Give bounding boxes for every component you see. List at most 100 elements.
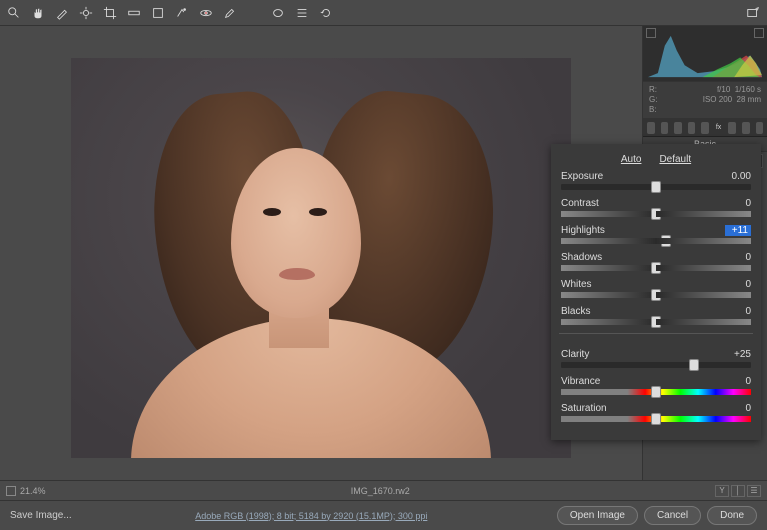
slider-clarity: Clarity +25 xyxy=(561,349,751,368)
straighten-tool-icon[interactable] xyxy=(126,5,142,21)
slider-track[interactable] xyxy=(561,319,751,325)
slider-value[interactable]: +25 xyxy=(725,349,751,360)
slider-value[interactable]: 0 xyxy=(725,279,751,290)
g-channel: G: xyxy=(649,95,657,105)
slider-thumb[interactable] xyxy=(651,316,661,328)
aperture: f/10 xyxy=(717,85,730,94)
shadow-clip-icon[interactable] xyxy=(646,28,656,38)
highlight-clip-icon[interactable] xyxy=(754,28,764,38)
view-split-icon[interactable]: │ xyxy=(731,485,745,497)
iso: ISO 200 xyxy=(703,95,732,104)
default-link[interactable]: Default xyxy=(659,154,691,165)
graduated-filter-icon[interactable] xyxy=(246,5,262,21)
histogram[interactable] xyxy=(643,26,767,82)
b-channel: B: xyxy=(649,105,657,115)
tab-split-icon[interactable] xyxy=(701,122,709,134)
slider-track[interactable] xyxy=(561,184,751,190)
slider-thumb[interactable] xyxy=(651,386,661,398)
slider-track[interactable] xyxy=(561,389,751,395)
slider-value[interactable]: 0 xyxy=(725,376,751,387)
main-area: R: G: B: f/10 1/160 s ISO 200 28 mm fx B… xyxy=(0,26,767,480)
zoom-level[interactable]: 21.4% xyxy=(20,486,46,496)
presets-icon[interactable] xyxy=(294,5,310,21)
tab-fx-icon[interactable]: fx xyxy=(715,122,723,134)
slider-thumb[interactable] xyxy=(651,208,661,220)
file-info[interactable]: Adobe RGB (1998); 8 bit; 5184 by 2920 (1… xyxy=(72,511,551,521)
tab-curve-icon[interactable] xyxy=(661,122,669,134)
view-y-icon[interactable]: Y xyxy=(715,485,729,497)
slider-thumb[interactable] xyxy=(689,359,699,371)
save-image-link[interactable]: Save Image... xyxy=(10,510,72,521)
slider-value[interactable]: 0 xyxy=(725,198,751,209)
slider-track[interactable] xyxy=(561,416,751,422)
slider-value[interactable]: 0.00 xyxy=(725,171,751,182)
adjustment-brush-icon[interactable] xyxy=(222,5,238,21)
divider xyxy=(559,333,753,341)
top-toolbar xyxy=(0,0,767,26)
slider-label: Saturation xyxy=(561,403,607,414)
crop-tool-icon[interactable] xyxy=(102,5,118,21)
redeye-tool-icon[interactable] xyxy=(198,5,214,21)
fullscreen-icon[interactable] xyxy=(745,5,761,21)
white-balance-tool-icon[interactable] xyxy=(54,5,70,21)
slider-thumb[interactable] xyxy=(651,262,661,274)
slider-track[interactable] xyxy=(561,238,751,244)
status-bar: 21.4% IMG_1670.rw2 Y │ ☰ xyxy=(0,480,767,500)
radial-filter-icon[interactable] xyxy=(270,5,286,21)
shutter: 1/160 s xyxy=(735,85,761,94)
auto-link[interactable]: Auto xyxy=(621,154,642,165)
zoom-tool-icon[interactable] xyxy=(6,5,22,21)
view-strip-icon[interactable]: ☰ xyxy=(747,485,761,497)
done-button[interactable]: Done xyxy=(707,506,757,525)
focal: 28 mm xyxy=(737,95,761,104)
slider-track[interactable] xyxy=(561,265,751,271)
slider-thumb[interactable] xyxy=(651,289,661,301)
slider-saturation: Saturation 0 xyxy=(561,403,751,422)
slider-track[interactable] xyxy=(561,362,751,368)
slider-track[interactable] xyxy=(561,292,751,298)
slider-label: Vibrance xyxy=(561,376,600,387)
slider-label: Blacks xyxy=(561,306,590,317)
slider-exposure: Exposure 0.00 xyxy=(561,171,751,190)
color-sampler-icon[interactable] xyxy=(78,5,94,21)
filename: IMG_1670.rw2 xyxy=(54,486,707,496)
slider-label: Highlights xyxy=(561,225,605,236)
r-channel: R: xyxy=(649,85,657,95)
tab-lens-icon[interactable] xyxy=(728,122,736,134)
spot-removal-icon[interactable] xyxy=(174,5,190,21)
slider-thumb[interactable] xyxy=(661,235,671,247)
slider-label: Whites xyxy=(561,279,592,290)
slider-contrast: Contrast 0 xyxy=(561,198,751,217)
slider-blacks: Blacks 0 xyxy=(561,306,751,325)
slider-label: Contrast xyxy=(561,198,599,209)
slider-label: Exposure xyxy=(561,171,603,182)
slider-highlights: Highlights +11 xyxy=(561,225,751,244)
tab-detail-icon[interactable] xyxy=(674,122,682,134)
rotate-icon[interactable] xyxy=(318,5,334,21)
slider-vibrance: Vibrance 0 xyxy=(561,376,751,395)
slider-thumb[interactable] xyxy=(651,181,661,193)
cancel-button[interactable]: Cancel xyxy=(644,506,701,525)
slider-thumb[interactable] xyxy=(651,413,661,425)
panel-tabs: fx xyxy=(643,119,767,137)
tab-cal-icon[interactable] xyxy=(742,122,750,134)
slider-value[interactable]: 0 xyxy=(725,403,751,414)
tab-hsl-icon[interactable] xyxy=(688,122,696,134)
slider-track[interactable] xyxy=(561,211,751,217)
tab-presets-icon[interactable] xyxy=(756,122,764,134)
hand-tool-icon[interactable] xyxy=(30,5,46,21)
footer-bar: Save Image... Adobe RGB (1998); 8 bit; 5… xyxy=(0,500,767,530)
basic-adjustments-panel: Auto Default Exposure 0.00 Contrast 0 Highli… xyxy=(551,144,761,440)
zoom-grid-icon[interactable] xyxy=(6,486,16,496)
image-preview[interactable] xyxy=(71,58,571,458)
transform-tool-icon[interactable] xyxy=(150,5,166,21)
open-image-button[interactable]: Open Image xyxy=(557,506,638,525)
slider-value[interactable]: 0 xyxy=(725,306,751,317)
slider-label: Clarity xyxy=(561,349,589,360)
slider-value[interactable]: 0 xyxy=(725,252,751,263)
slider-value[interactable]: +11 xyxy=(725,225,751,236)
canvas-area xyxy=(0,26,642,480)
tab-basic-icon[interactable] xyxy=(647,122,655,134)
slider-shadows: Shadows 0 xyxy=(561,252,751,271)
slider-label: Shadows xyxy=(561,252,602,263)
